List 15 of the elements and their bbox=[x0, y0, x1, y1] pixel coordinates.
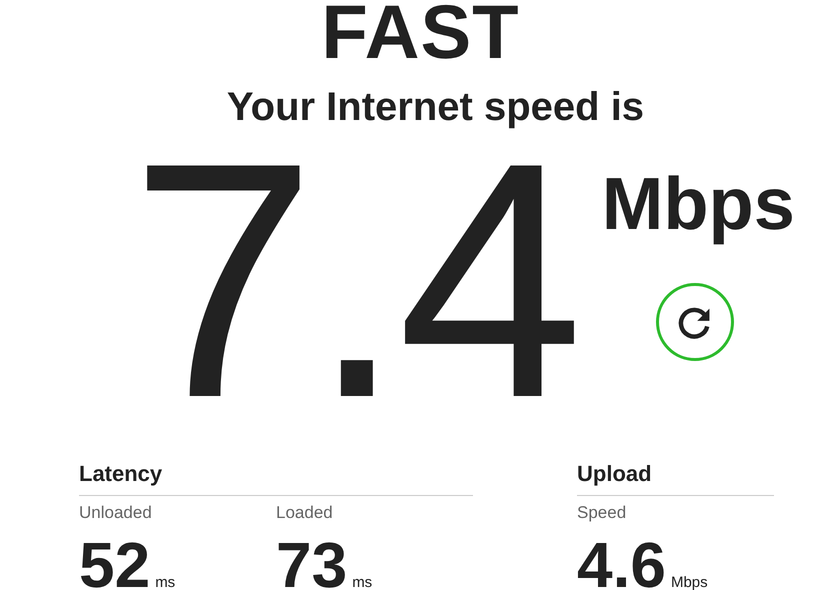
metric-label: Loaded bbox=[276, 504, 334, 521]
headline: Your Internet speed is bbox=[226, 87, 644, 127]
metric-value: 52 bbox=[79, 533, 150, 590]
metric-label: Unloaded bbox=[79, 504, 153, 521]
metric-value: 4.6 bbox=[577, 533, 666, 590]
metric-unit: Mbps bbox=[670, 573, 708, 590]
logo: FAST bbox=[321, 0, 520, 71]
section-title: Upload bbox=[577, 463, 774, 496]
metric-unit: ms bbox=[155, 573, 176, 590]
refresh-button[interactable] bbox=[656, 283, 734, 361]
metric-value: 73 bbox=[276, 533, 348, 590]
section-title: Latency bbox=[79, 463, 473, 496]
metric-label: Speed bbox=[577, 504, 628, 521]
metric-unit: ms bbox=[352, 573, 372, 590]
speed-value: 7.4 bbox=[130, 127, 578, 433]
